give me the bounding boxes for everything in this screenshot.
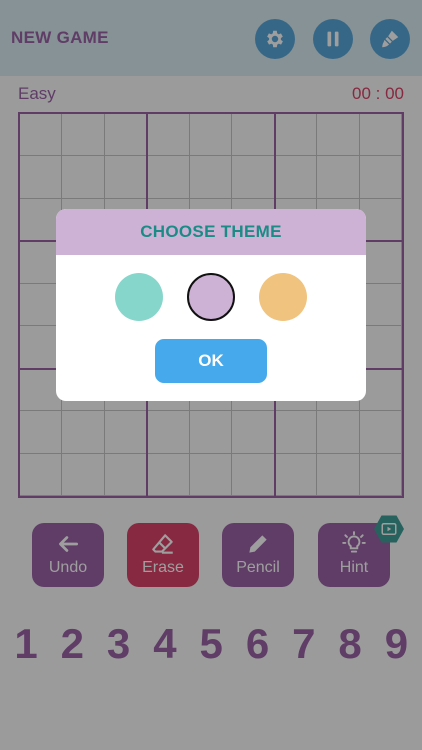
theme-swatch[interactable]	[115, 273, 163, 321]
theme-swatch[interactable]	[259, 273, 307, 321]
ok-button[interactable]: OK	[155, 339, 267, 383]
choose-theme-dialog: CHOOSE THEME OK	[56, 209, 366, 401]
theme-swatch[interactable]	[187, 273, 235, 321]
dialog-title: CHOOSE THEME	[140, 222, 282, 241]
dialog-header: CHOOSE THEME	[56, 209, 366, 255]
